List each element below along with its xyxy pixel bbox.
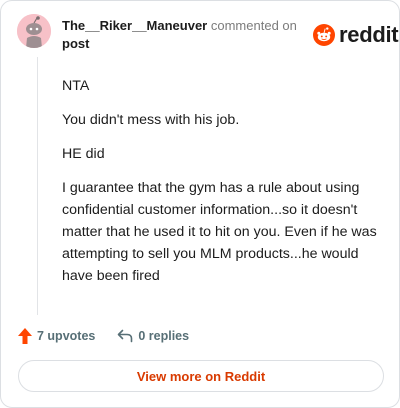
default-avatar-icon bbox=[17, 14, 51, 48]
view-more-button[interactable]: View more on Reddit bbox=[18, 360, 384, 392]
comment-paragraph: I guarantee that the gym has a rule abou… bbox=[62, 180, 377, 284]
reddit-snoo-icon bbox=[313, 24, 335, 46]
reply-arrow-icon bbox=[118, 329, 133, 343]
comment-header: The__Riker__Maneuver commented on post bbox=[62, 17, 302, 53]
commented-on-text: commented on bbox=[210, 18, 297, 33]
thread-line bbox=[37, 57, 38, 315]
username-link[interactable]: The__Riker__Maneuver bbox=[62, 18, 207, 33]
avatar[interactable] bbox=[17, 14, 51, 48]
comment-paragraph: NTA bbox=[62, 78, 90, 94]
reply-count: 0 replies bbox=[138, 329, 190, 343]
reddit-wordmark: reddit bbox=[339, 22, 399, 47]
upvote-count: 7 upvotes bbox=[37, 329, 96, 343]
comment-actions: 7 upvotes 0 replies bbox=[18, 325, 189, 347]
reddit-comment-embed: The__Riker__Maneuver commented on post r… bbox=[0, 0, 400, 408]
reply-button[interactable]: 0 replies bbox=[117, 329, 189, 343]
comment-paragraph: You didn't mess with his job. bbox=[62, 112, 240, 128]
upvote-arrow-icon bbox=[18, 328, 32, 344]
comment-body: NTA You didn't mess with his job. HE did… bbox=[62, 75, 388, 299]
reddit-logo[interactable]: reddit bbox=[313, 22, 399, 48]
comment-paragraph: HE did bbox=[62, 146, 105, 162]
upvote-button[interactable]: 7 upvotes bbox=[18, 328, 95, 344]
post-link[interactable]: post bbox=[62, 36, 89, 51]
